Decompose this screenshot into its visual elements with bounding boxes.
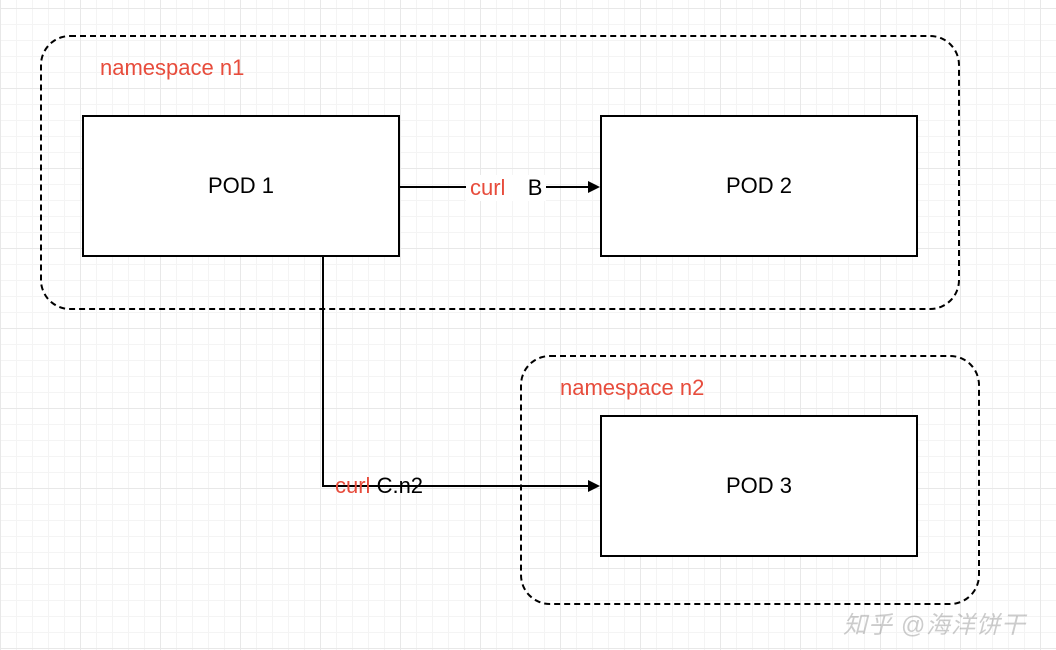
watermark: 知乎 @海洋饼干 [843, 605, 1026, 640]
arrow-pod1-to-pod3-label: curl C.n2 [335, 473, 423, 499]
pod-3: POD 3 [600, 415, 918, 557]
curl-text: curl [470, 175, 505, 200]
pod-2-label: POD 2 [726, 173, 792, 199]
pod-1: POD 1 [82, 115, 400, 257]
arrow-pod1-to-pod3 [318, 257, 603, 492]
curl-text-2: curl [335, 473, 370, 498]
namespace-n1-label: namespace n1 [100, 55, 244, 81]
pod-2: POD 2 [600, 115, 918, 257]
curl-target-2: C.n2 [370, 473, 423, 498]
pod-3-label: POD 3 [726, 473, 792, 499]
curl-target: B [528, 175, 543, 200]
arrow-pod1-to-pod2-label: curl B [466, 175, 546, 201]
pod-1-label: POD 1 [208, 173, 274, 199]
